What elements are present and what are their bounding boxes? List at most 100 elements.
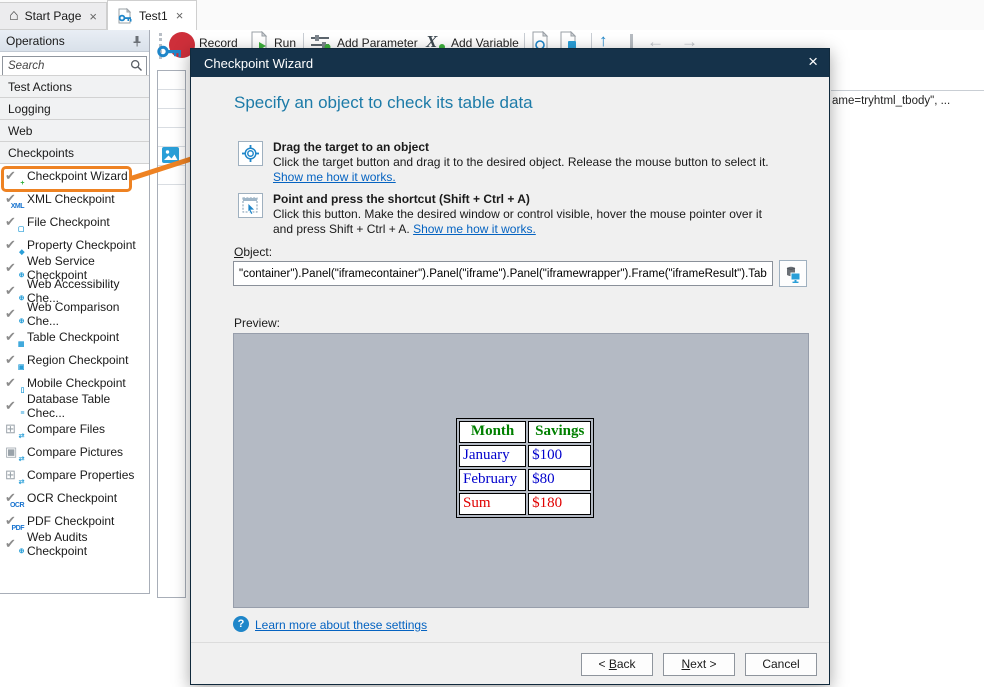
- back-button[interactable]: < Back: [581, 653, 653, 676]
- document-tab-bar: ⌂ Start Page × Test1 ×: [0, 0, 984, 30]
- operations-item-label: Table Checkpoint: [27, 330, 119, 344]
- object-label: Object:: [234, 245, 272, 259]
- dialog-titlebar: Checkpoint Wizard ×: [191, 49, 829, 77]
- target-icon: [242, 145, 259, 162]
- operations-list-item[interactable]: ✔ XML XML Checkpoint: [0, 187, 149, 210]
- pin-icon[interactable]: [131, 35, 143, 47]
- operations-list-item[interactable]: ✔ + Checkpoint Wizard: [0, 164, 149, 187]
- search-icon: [130, 59, 143, 72]
- grid-row-divider: [158, 127, 185, 128]
- drag-section-body: Click the target button and drag it to t…: [273, 155, 769, 169]
- object-picker-icon: [784, 265, 802, 283]
- close-icon[interactable]: ×: [176, 8, 184, 23]
- operations-list-item[interactable]: Logging: [0, 97, 149, 120]
- operations-list-item[interactable]: ▣ ⇄ Compare Pictures: [0, 440, 149, 463]
- operations-item-label: Checkpoints: [8, 146, 74, 160]
- grid-row-divider: [158, 165, 185, 166]
- table-cell: February: [459, 469, 526, 491]
- table-row: Month Savings: [459, 421, 591, 443]
- operations-list-item[interactable]: ✔ OCR OCR Checkpoint: [0, 486, 149, 509]
- tab-start-page[interactable]: ⌂ Start Page ×: [0, 2, 107, 30]
- checkpoint-icon: ✔ ▢: [5, 214, 22, 230]
- drag-section-title: Drag the target to an object: [273, 140, 429, 154]
- point-shortcut-button[interactable]: [238, 193, 263, 218]
- table-row: January $100: [459, 445, 591, 467]
- checkpoint-icon: ✔ +: [5, 168, 22, 184]
- tab-test1-label: Test1: [139, 9, 168, 23]
- close-icon[interactable]: ×: [808, 52, 818, 72]
- table-cell: January: [459, 445, 526, 467]
- object-input[interactable]: [233, 261, 773, 286]
- operations-list-item[interactable]: ✔ ≡ Database Table Chec...: [0, 394, 149, 417]
- show-me-how-link[interactable]: Show me how it works.: [413, 222, 536, 236]
- operations-item-label: Compare Properties: [27, 468, 134, 482]
- checkpoint-icon: ✔ ◆: [5, 237, 22, 253]
- learn-more-link[interactable]: Learn more about these settings: [255, 618, 427, 632]
- window-cursor-icon: [242, 197, 259, 214]
- search-input[interactable]: [2, 56, 147, 76]
- operations-item-label: Test Actions: [8, 80, 72, 94]
- dialog-heading: Specify an object to check its table dat…: [234, 93, 533, 113]
- operations-list-item[interactable]: ⊞ ⇄ Compare Properties: [0, 463, 149, 486]
- operations-list-item[interactable]: Checkpoints: [0, 141, 149, 164]
- grid-row-divider: [158, 108, 185, 109]
- tab-test1[interactable]: Test1 ×: [107, 0, 197, 30]
- checkpoint-icon: ✔ OCR: [5, 490, 22, 506]
- table-cell: Savings: [528, 421, 591, 443]
- home-icon: ⌂: [9, 8, 19, 24]
- preview-area: Month Savings January $100 February $80 …: [233, 333, 809, 608]
- drag-target-button[interactable]: [238, 141, 263, 166]
- operations-list-item[interactable]: ✔ ▢ File Checkpoint: [0, 210, 149, 233]
- checkpoint-wizard-dialog: Checkpoint Wizard × Specify an object to…: [190, 48, 830, 685]
- operations-list-item[interactable]: ⊞ ⇄ Compare Files: [0, 417, 149, 440]
- testcomplete-window: ⌂ Start Page × Test1 × Operations: [0, 0, 984, 687]
- operations-item-label: Database Table Chec...: [27, 392, 149, 420]
- checkpoint-icon: ✔ XML: [5, 191, 22, 207]
- operations-list-item[interactable]: Test Actions: [0, 75, 149, 98]
- operations-list-item[interactable]: ✔ ⊕ Web Audits Checkpoint: [0, 532, 149, 555]
- point-section-body2: and press Shift + Ctrl + A.: [273, 222, 413, 236]
- checkpoint-icon: ✔ ▦: [5, 329, 22, 345]
- highlight-object-button[interactable]: [779, 260, 807, 287]
- next-button[interactable]: Next >: [663, 653, 735, 676]
- checkpoint-icon: ✔ ▯: [5, 375, 22, 391]
- disabled-icon: [630, 34, 633, 49]
- checkpoint-icon: ⊞ ⇄: [5, 421, 22, 437]
- table-cell: $80: [528, 469, 591, 491]
- operations-list-item[interactable]: ✔ ▦ Table Checkpoint: [0, 325, 149, 348]
- checkpoint-icon: ⊞ ⇄: [5, 467, 22, 483]
- cancel-button[interactable]: Cancel: [745, 653, 817, 676]
- preview-label: Preview:: [234, 316, 280, 330]
- editor-grid-line: [831, 90, 984, 91]
- operations-list-item[interactable]: ✔ ⊕ Web Comparison Che...: [0, 302, 149, 325]
- operations-item-label: XML Checkpoint: [27, 192, 115, 206]
- operations-item-label: Compare Pictures: [27, 445, 123, 459]
- editor-cell-text: ame=tryhtml_tbody", ...: [832, 95, 950, 107]
- picture-icon: [162, 147, 179, 163]
- preview-table: Month Savings January $100 February $80 …: [456, 418, 594, 518]
- show-me-how-link[interactable]: Show me how it works.: [273, 170, 396, 184]
- operations-list-item[interactable]: ✔ ▣ Region Checkpoint: [0, 348, 149, 371]
- checkpoint-icon: ▣ ⇄: [5, 444, 22, 460]
- close-icon[interactable]: ×: [89, 9, 97, 24]
- help-icon[interactable]: ?: [233, 616, 249, 632]
- operations-panel-header: Operations: [0, 30, 149, 52]
- checkpoint-icon: ✔ ⊕: [5, 283, 22, 299]
- operations-panel-title: Operations: [6, 34, 65, 48]
- checkpoint-icon: ✔ ≡: [5, 398, 22, 414]
- move-up-icon[interactable]: ↑: [599, 32, 608, 49]
- table-row: February $80: [459, 469, 591, 491]
- grid-row-divider: [158, 184, 185, 185]
- operations-panel: Operations Test Actions: [0, 30, 150, 594]
- operations-item-label: Compare Files: [27, 422, 105, 436]
- operations-item-label: Logging: [8, 102, 51, 116]
- keyword-test-icon: [117, 8, 133, 24]
- point-section-body: Click this button. Make the desired wind…: [273, 207, 762, 221]
- operations-item-label: PDF Checkpoint: [27, 514, 114, 528]
- operations-list-item[interactable]: Web: [0, 119, 149, 142]
- point-section-title: Point and press the shortcut (Shift + Ct…: [273, 192, 530, 206]
- key-icon: [156, 44, 184, 59]
- operations-list: Test Actions Logging Web: [0, 76, 149, 555]
- operations-item-label: Region Checkpoint: [27, 353, 128, 367]
- grid-row-divider: [158, 89, 185, 90]
